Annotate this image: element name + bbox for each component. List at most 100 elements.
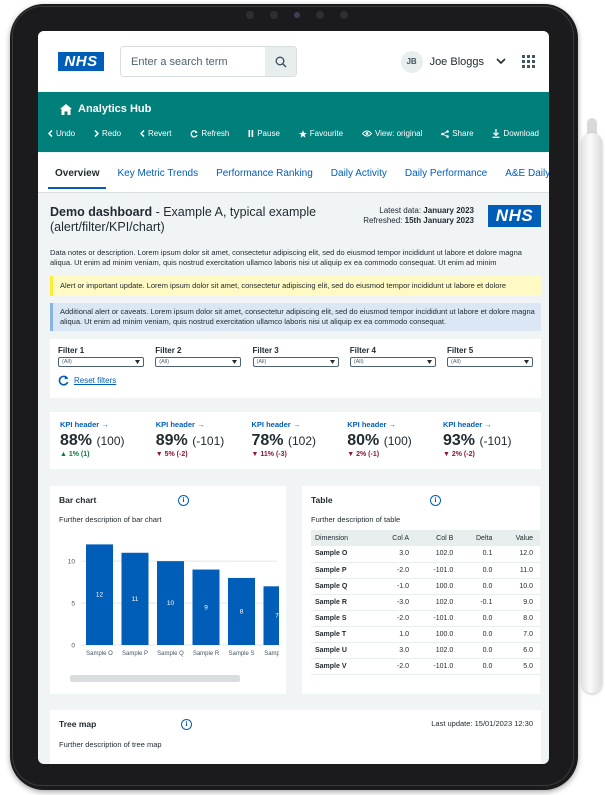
- tab-performance-ranking[interactable]: Performance Ranking: [209, 157, 320, 189]
- y-tick-label: 5: [71, 601, 75, 608]
- column-header: Col A: [376, 530, 416, 546]
- kpi-header-link[interactable]: KPI header →: [252, 420, 340, 429]
- filter-1: Filter 1 (All): [58, 346, 144, 367]
- redo-button[interactable]: Redo: [94, 129, 121, 138]
- bar-value-label: 8: [240, 608, 244, 615]
- table-cell: 10.0: [499, 578, 540, 595]
- column-header: Dimension: [311, 530, 377, 546]
- table-row: Sample R -3.0 102.0 -0.1 9.0: [311, 594, 540, 611]
- table-cell: 0.1: [460, 546, 500, 563]
- search-button[interactable]: [265, 47, 296, 76]
- column-header: Delta: [460, 530, 500, 546]
- kpi-target: (-101): [479, 434, 512, 448]
- download-button[interactable]: Download: [492, 129, 539, 138]
- table-cell: 0.0: [460, 642, 500, 659]
- x-tick-label: Sample P: [122, 651, 148, 657]
- view-button[interactable]: View: original: [361, 129, 422, 138]
- dropdown-arrow-icon: [524, 360, 529, 364]
- table-cell: -2.0: [376, 658, 416, 675]
- y-tick-label: 0: [71, 643, 75, 650]
- page-title: Demo dashboard - Example A, typical exam…: [50, 205, 340, 235]
- kpi-change: ▼ 5% (-2): [155, 451, 188, 458]
- screen: NHS JB Joe Bloggs Analytics Hub Undo Red…: [38, 31, 549, 764]
- x-tick-label: Sample O: [86, 651, 113, 657]
- page-title-bold: Demo dashboard: [50, 205, 153, 219]
- chevron-right-icon: [94, 130, 99, 137]
- tab-daily-performance[interactable]: Daily Performance: [398, 157, 494, 189]
- revert-button[interactable]: Revert: [139, 129, 172, 138]
- tab-ae-daily-performance[interactable]: A&E Daily Perfo: [498, 157, 549, 189]
- kpi-percent: 78%: [251, 432, 284, 449]
- dashboard-content: Demo dashboard - Example A, typical exam…: [38, 193, 549, 764]
- star-icon: [298, 129, 307, 138]
- nhs-logo-large: NHS: [488, 205, 541, 227]
- favourite-label: Favourite: [309, 129, 344, 138]
- nhs-logo[interactable]: NHS: [58, 52, 104, 71]
- filter-select[interactable]: (All): [155, 357, 242, 367]
- dropdown-arrow-icon: [232, 360, 238, 364]
- kpi-header-link[interactable]: KPI header →: [347, 420, 435, 429]
- kpi-4: KPI header → 80% (100) ▼ 2% (-1): [347, 420, 435, 469]
- table-row: Sample T 1.0 100.0 0.0 7.0: [311, 626, 540, 643]
- table-cell: Sample O: [311, 546, 377, 563]
- download-icon: [492, 129, 500, 138]
- info-icon[interactable]: i: [181, 719, 192, 730]
- user-name: Joe Bloggs: [429, 55, 484, 68]
- home-icon[interactable]: [60, 103, 72, 115]
- x-tick-label: Sample Q: [157, 651, 184, 657]
- tab-overview[interactable]: Overview: [48, 157, 107, 189]
- filter-select[interactable]: (All): [58, 357, 144, 367]
- share-button[interactable]: Share: [441, 129, 474, 138]
- filter-label: Filter 2: [155, 346, 182, 355]
- kpi-change: ▼ 2% (-2): [443, 451, 475, 458]
- table-cell: -101.0: [416, 562, 461, 579]
- reset-filters-link[interactable]: Reset filters: [58, 375, 533, 386]
- refresh-button[interactable]: Refresh: [190, 129, 229, 138]
- filter-select[interactable]: (All): [349, 357, 436, 367]
- kpi-header-link[interactable]: KPI header →: [443, 420, 531, 429]
- table-cell: -101.0: [416, 610, 461, 627]
- filter-3: Filter 3 (All): [252, 346, 339, 367]
- data-table: Dimension Col A Col B Delta Value Sample O 3.…: [311, 530, 540, 675]
- favourite-button[interactable]: Favourite: [298, 129, 344, 138]
- last-update: Last update: 15/01/2023 12:30: [431, 719, 533, 728]
- tab-daily-activity[interactable]: Daily Activity: [324, 157, 394, 189]
- filter-select[interactable]: (All): [447, 357, 533, 367]
- table-cell: 3.0: [376, 642, 416, 659]
- filter-5: Filter 5 (All): [447, 346, 533, 367]
- table-cell: 3.0: [376, 546, 416, 563]
- table-title: Table: [311, 495, 333, 505]
- kpi-percent: 88%: [60, 432, 93, 449]
- kpi-target: (102): [287, 434, 316, 448]
- user-menu[interactable]: JB Joe Bloggs: [400, 50, 506, 73]
- table-row: Sample P -2.0 -101.0 0.0 11.0: [311, 562, 540, 579]
- top-header: NHS JB Joe Bloggs: [38, 31, 549, 92]
- filter-select[interactable]: (All): [252, 357, 339, 367]
- search-input[interactable]: [121, 47, 265, 76]
- kpi-target: (-101): [192, 434, 225, 448]
- table-cell: Sample R: [311, 594, 377, 611]
- undo-button[interactable]: Undo: [48, 129, 75, 138]
- table-cell: -2.0: [376, 610, 416, 627]
- bar-chart: 10 5 0 12 Sample O 11 Sample P 10 Sample Q 9 Sampl…: [68, 544, 279, 657]
- toolbar: Undo Redo Revert Refresh Pause Favourite…: [48, 129, 539, 138]
- tab-key-metric-trends[interactable]: Key Metric Trends: [110, 157, 205, 189]
- kpi-2: KPI header → 89% (-101) ▼ 5% (-2): [156, 420, 244, 469]
- kpi-percent: 89%: [155, 432, 188, 449]
- table-panel: Table i Further description of table Dim…: [302, 486, 540, 694]
- reset-filters-label: Reset filters: [74, 376, 117, 385]
- refresh-icon: [58, 375, 69, 386]
- data-notes: Data notes or description. Lorem ipsum d…: [50, 248, 522, 267]
- table-cell: 0.0: [460, 626, 500, 643]
- chart-scrollbar[interactable]: [70, 675, 240, 682]
- info-icon[interactable]: i: [430, 495, 441, 506]
- refreshed-label: Refreshed:: [363, 216, 405, 225]
- kpi-5: KPI header → 93% (-101) ▼ 2% (-2): [443, 420, 531, 469]
- kpi-header-link[interactable]: KPI header →: [60, 420, 148, 429]
- undo-label: Undo: [56, 129, 76, 138]
- app-grid-icon[interactable]: [522, 55, 535, 68]
- table-cell: Sample P: [311, 562, 377, 579]
- info-icon[interactable]: i: [178, 495, 189, 506]
- pause-button[interactable]: Pause: [248, 129, 280, 138]
- kpi-header-link[interactable]: KPI header →: [156, 420, 244, 429]
